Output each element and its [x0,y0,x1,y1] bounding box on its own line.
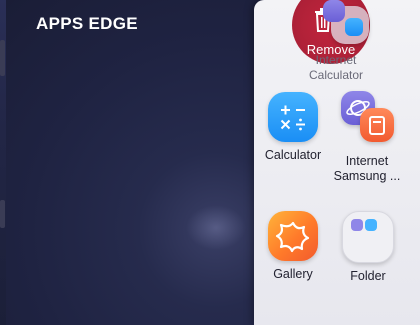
app-folder[interactable]: Folder [326,211,410,284]
app-label-folder: Folder [350,269,386,283]
calculator-icon [268,92,318,142]
dragged-folder-icon[interactable] [323,0,369,44]
calculator-mini-icon [345,18,363,36]
folder-mini-icon-2 [365,219,377,231]
wallpaper-glow [186,205,246,250]
folder-mini-icon-1 [351,219,363,231]
volume-button [0,40,5,76]
page-title: APPS EDGE [36,14,138,33]
folder-icon [342,211,394,263]
app-gallery[interactable]: Gallery [251,211,335,282]
dragged-item-label-2: Calculator [308,68,364,82]
app-label-internet-samsung: Internet Samsung ... [333,154,401,183]
app-calculator[interactable]: Calculator [251,92,335,163]
app-label-calculator: Calculator [264,148,322,162]
gallery-icon [268,211,318,261]
internet-mini-icon [323,0,345,22]
app-internet-samsung-label-wrap: Internet Samsung ... [325,148,409,184]
samsung-app-icon [360,108,394,142]
dragged-item-label-1: Internet [315,53,357,67]
app-label-gallery: Gallery [273,267,313,281]
bixby-button [0,200,5,228]
